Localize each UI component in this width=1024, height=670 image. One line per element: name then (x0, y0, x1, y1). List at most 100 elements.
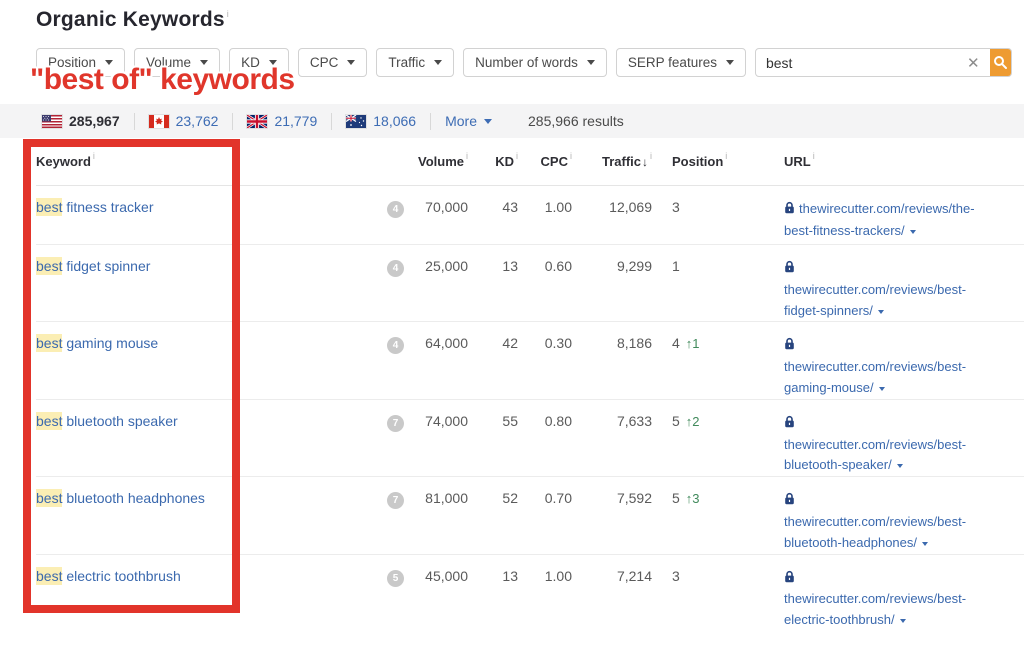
country-tab-ca[interactable]: 23,762 (149, 113, 219, 129)
table-row: best electric toothbrush 5 45,000131.007,2… (36, 555, 1024, 631)
column-header-cpc[interactable]: CPCi (518, 154, 572, 169)
column-header-keyword[interactable]: Keywordi (36, 154, 376, 169)
kd-cell: 52 (468, 477, 518, 506)
keyword-link[interactable]: best fitness tracker (36, 198, 154, 216)
keyword-link[interactable]: best bluetooth speaker (36, 412, 178, 430)
column-header-traffic[interactable]: Traffic↓i (572, 154, 652, 169)
position-change-up: ↑2 (686, 414, 700, 429)
url-link[interactable]: thewirecutter.com/reviews/the-best-fitne… (784, 201, 975, 238)
highlighted-term: best (36, 489, 62, 507)
chevron-down-icon (434, 60, 442, 65)
info-icon: i (227, 9, 229, 19)
lock-icon (784, 414, 795, 435)
serp-features-count-badge[interactable]: 4 (387, 260, 404, 277)
url-cell: thewirecutter.com/reviews/best-electric-… (784, 555, 1024, 631)
table-row: best bluetooth speaker774,000550.807,633… (36, 400, 1024, 477)
info-icon: i (466, 151, 468, 161)
keyword-cell: best electric toothbrush (36, 555, 376, 584)
url-cell: thewirecutter.com/reviews/best-bluetooth… (784, 477, 1024, 553)
cpc-cell: 1.00 (518, 555, 572, 584)
filter-dropdown-cpc[interactable]: CPC (298, 48, 368, 77)
keyword-link[interactable]: best gaming mouse (36, 334, 158, 352)
traffic-cell: 7,214 (572, 555, 652, 584)
table-row: best bluetooth headphones781,000520.707,… (36, 477, 1024, 554)
search-input[interactable] (756, 49, 957, 76)
flag-us-icon (42, 115, 62, 128)
url-cell: thewirecutter.com/reviews/best-gaming-mo… (784, 322, 1024, 398)
country-keyword-count: 23,762 (176, 113, 219, 129)
kd-cell: 42 (468, 322, 518, 351)
volume-cell: 74,000 (410, 400, 468, 429)
country-keyword-count: 18,066 (373, 113, 416, 129)
info-icon: i (725, 151, 727, 161)
url-link[interactable]: thewirecutter.com/reviews/best-bluetooth… (784, 415, 966, 473)
kd-cell: 43 (468, 186, 518, 215)
info-icon: i (813, 151, 815, 161)
keyword-link[interactable]: best electric toothbrush (36, 567, 181, 585)
keywords-table: Keywordi Volumei KDi CPCi Traffic↓i Posi… (36, 138, 1024, 631)
serp-features-count-badge[interactable]: 4 (387, 337, 404, 354)
country-tab-au[interactable]: 18,066 (346, 113, 416, 129)
column-header-kd[interactable]: KDi (468, 154, 518, 169)
divider (331, 113, 332, 130)
kd-cell: 13 (468, 555, 518, 584)
page-title-text: Organic Keywords (36, 8, 225, 31)
close-icon[interactable]: ✕ (957, 49, 990, 76)
volume-cell: 45,000 (410, 555, 468, 584)
keyword-cell: best bluetooth headphones (36, 477, 376, 506)
cpc-cell: 0.60 (518, 245, 572, 274)
lock-icon (784, 259, 795, 280)
chevron-down-icon (878, 310, 884, 314)
serp-features-count-badge[interactable]: 4 (387, 201, 404, 218)
serp-features-count-badge[interactable]: 7 (387, 415, 404, 432)
keyword-cell: best bluetooth speaker (36, 400, 376, 429)
keyword-link[interactable]: best fidget spinner (36, 257, 150, 275)
more-countries-dropdown[interactable]: More (445, 113, 492, 129)
traffic-cell: 8,186 (572, 322, 652, 351)
country-keyword-count: 21,779 (274, 113, 317, 129)
filter-dropdown-traffic[interactable]: Traffic (376, 48, 454, 77)
country-keyword-count: 285,967 (69, 113, 120, 129)
keyword-cell: best gaming mouse (36, 322, 376, 351)
position-cell: 5↑2 (652, 400, 784, 429)
search-button[interactable] (990, 49, 1011, 76)
url-link[interactable]: thewirecutter.com/reviews/best-electric-… (784, 570, 966, 628)
filter-dropdown-number-of-words[interactable]: Number of words (463, 48, 607, 77)
table-row: best fidget spinner425,000130.609,2991th… (36, 245, 1024, 322)
position-cell: 3 (652, 186, 784, 215)
keyword-link[interactable]: best bluetooth headphones (36, 489, 205, 507)
info-icon: i (516, 151, 518, 161)
column-header-url[interactable]: URLi (784, 154, 1024, 169)
column-header-volume[interactable]: Volumei (410, 154, 468, 169)
traffic-cell: 7,592 (572, 477, 652, 506)
lock-icon (784, 491, 795, 512)
cpc-cell: 0.30 (518, 322, 572, 351)
position-change-up: ↑3 (686, 491, 700, 506)
serp-features-cell: 4 (376, 245, 410, 277)
filter-label: Number of words (475, 55, 578, 70)
volume-cell: 70,000 (410, 186, 468, 215)
country-tab-us[interactable]: 285,967 (42, 113, 120, 129)
filter-dropdown-serp-features[interactable]: SERP features (616, 48, 746, 77)
chevron-down-icon (910, 230, 916, 234)
country-tab-gb[interactable]: 21,779 (247, 113, 317, 129)
cpc-cell: 0.70 (518, 477, 572, 506)
chevron-down-icon (587, 60, 595, 65)
serp-features-cell: 4 (376, 186, 410, 218)
url-link[interactable]: thewirecutter.com/reviews/best-bluetooth… (784, 492, 966, 550)
cpc-cell: 0.80 (518, 400, 572, 429)
sort-desc-arrow: ↓ (642, 155, 648, 169)
table-header-row: Keywordi Volumei KDi CPCi Traffic↓i Posi… (36, 138, 1024, 186)
chevron-down-icon (900, 619, 906, 623)
position-change-up: ↑1 (686, 336, 700, 351)
url-cell: thewirecutter.com/reviews/best-bluetooth… (784, 400, 1024, 476)
annotation-best-of-keywords: "best of" keywords (30, 63, 295, 97)
highlighted-term: best (36, 198, 62, 216)
serp-features-count-badge[interactable]: 5 (387, 570, 404, 587)
divider (232, 113, 233, 130)
url-link[interactable]: thewirecutter.com/reviews/best-fidget-sp… (784, 260, 966, 318)
url-link[interactable]: thewirecutter.com/reviews/best-gaming-mo… (784, 337, 966, 395)
keyword-search-box: ✕ (755, 48, 1012, 77)
serp-features-count-badge[interactable]: 7 (387, 492, 404, 509)
column-header-position[interactable]: Positioni (652, 154, 784, 169)
